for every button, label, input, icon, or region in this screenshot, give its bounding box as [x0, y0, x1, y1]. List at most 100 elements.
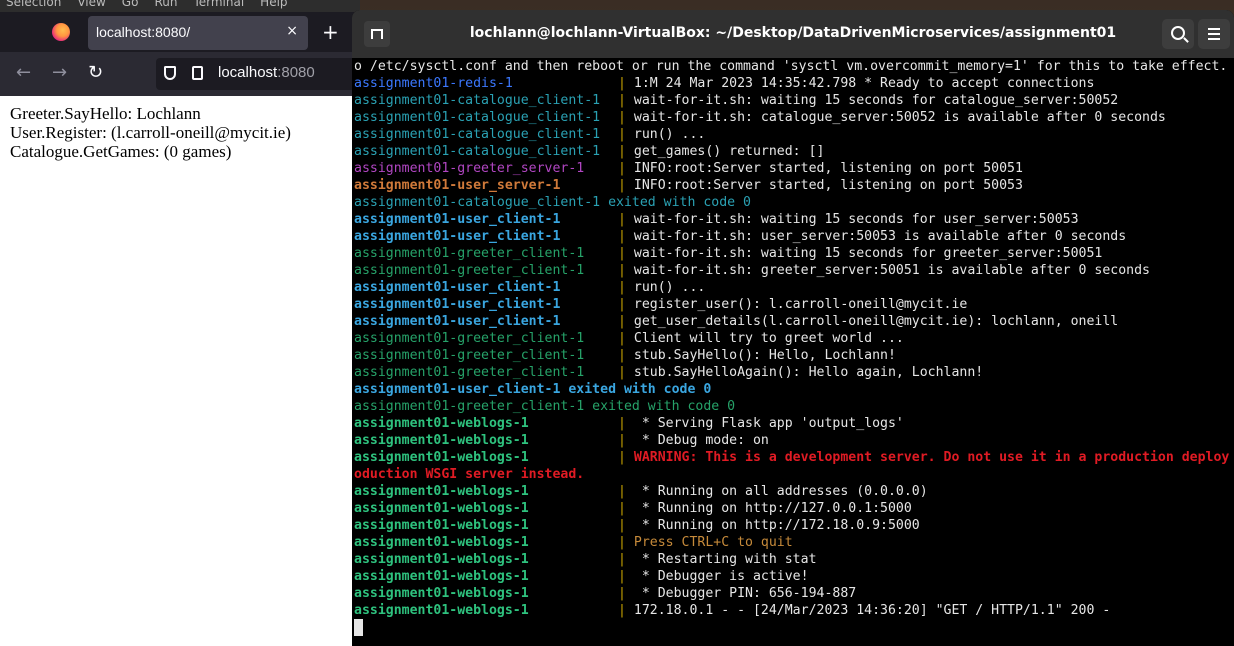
terminal-line: assignment01-catalogue_client-1 | get_gam… [354, 143, 1234, 160]
search-icon[interactable] [1162, 19, 1194, 49]
log-separator: | [618, 586, 626, 601]
log-message: * Running on http://127.0.0.1:5000 [625, 501, 912, 516]
log-separator: | [618, 263, 626, 278]
log-message: assignment01-catalogue_client-1 exited w… [354, 195, 751, 210]
browser-window: localhost:8080/ × + ← → ↻ localhost:8080… [0, 12, 366, 646]
log-source: assignment01-greeter_client-1 [354, 263, 585, 278]
browser-nav-bar: ← → ↻ localhost:8080 [0, 52, 366, 96]
terminal-line: assignment01-user_client-1 exited with c… [354, 381, 1234, 398]
log-source: assignment01-weblogs-1 [354, 450, 529, 465]
menu-item-run[interactable]: Run [154, 0, 177, 9]
new-tab-button[interactable]: + [322, 20, 339, 44]
terminal-line: assignment01-greeter_server-1 | INFO:root… [354, 160, 1234, 177]
terminal-line: assignment01-user_client-1 | get_user_det… [354, 313, 1234, 330]
browser-tab[interactable]: localhost:8080/ × [88, 16, 308, 50]
terminal-line: assignment01-weblogs-1 | * Serving Flask … [354, 415, 1234, 432]
log-source: assignment01-weblogs-1 [354, 416, 529, 431]
log-separator: | [618, 144, 626, 159]
log-source: assignment01-catalogue_client-1 [354, 110, 601, 125]
greeter-result: Greeter.SayHello: Lochlann [10, 104, 201, 123]
terminal-line: assignment01-greeter_client-1 exited wit… [354, 398, 1234, 415]
terminal-line: assignment01-weblogs-1 | * Running on htt… [354, 517, 1234, 534]
log-message: WARNING: This is a development server. D… [625, 450, 1230, 465]
back-arrow-icon[interactable]: ← [16, 62, 31, 83]
terminal-window[interactable]: lochlann@lochlann-VirtualBox: ~/Desktop/… [352, 10, 1234, 646]
log-source: assignment01-user_client-1 [354, 229, 561, 244]
terminal-line: oduction WSGI server instead. [354, 466, 1234, 483]
user-register-result: User.Register: (l.carroll-oneill@mycit.i… [10, 123, 291, 142]
background-app-menubar: Selection View Go Run Terminal Help [0, 0, 360, 12]
log-separator: | [618, 603, 626, 618]
close-icon[interactable]: × [286, 23, 298, 39]
terminal-line: assignment01-greeter_client-1 | stub.SayH… [354, 364, 1234, 381]
log-message: register_user(): l.carroll-oneill@mycit.… [625, 297, 968, 312]
log-source: assignment01-user_client-1 [354, 297, 561, 312]
terminal-line: assignment01-weblogs-1 | * Debug mode: on [354, 432, 1234, 449]
terminal-line: assignment01-weblogs-1 | * Debugger PIN: … [354, 585, 1234, 602]
log-message: * Debug mode: on [625, 433, 769, 448]
log-source: assignment01-weblogs-1 [354, 518, 529, 533]
terminal-line: assignment01-catalogue_client-1 | wait-fo… [354, 109, 1234, 126]
terminal-line: assignment01-greeter_client-1 | Client wi… [354, 330, 1234, 347]
terminal-line: assignment01-catalogue_client-1 | run() .… [354, 126, 1234, 143]
terminal-line: assignment01-weblogs-1 | * Running on all… [354, 483, 1234, 500]
log-separator: | [618, 314, 626, 329]
hamburger-menu-icon[interactable] [1198, 19, 1230, 49]
page-icon[interactable] [192, 66, 203, 80]
log-message: * Serving Flask app 'output_logs' [625, 416, 904, 431]
log-separator: | [618, 450, 626, 465]
log-message: INFO:root:Server started, listening on p… [625, 161, 1023, 176]
url-host: localhost [218, 64, 278, 81]
log-source: assignment01-catalogue_client-1 [354, 93, 601, 108]
log-separator: | [618, 569, 626, 584]
menu-item-help[interactable]: Help [260, 0, 287, 9]
log-source: assignment01-greeter_client-1 [354, 331, 585, 346]
log-message: wait-for-it.sh: waiting 15 seconds for u… [625, 212, 1079, 227]
terminal-line: assignment01-user_client-1 | wait-for-it.… [354, 211, 1234, 228]
menu-item-go[interactable]: Go [122, 0, 139, 9]
url-text[interactable]: localhost:8080 [218, 64, 315, 81]
log-separator: | [618, 348, 626, 363]
terminal-line: assignment01-weblogs-1 | * Debugger is ac… [354, 568, 1234, 585]
log-message: oduction WSGI server instead. [354, 467, 585, 482]
shield-icon[interactable] [164, 66, 176, 80]
log-message: Client will try to greet world ... [625, 331, 904, 346]
terminal-line: assignment01-greeter_client-1 | stub.SayH… [354, 347, 1234, 364]
log-message: wait-for-it.sh: greeter_server:50051 is … [625, 263, 1150, 278]
browser-tab-bar: localhost:8080/ × + [0, 12, 360, 52]
terminal-line: assignment01-redis-1 | 1:M 24 Mar 2023 14… [354, 75, 1234, 92]
log-separator: | [618, 280, 626, 295]
log-message: INFO:root:Server started, listening on p… [625, 178, 1023, 193]
forward-arrow-icon[interactable]: → [52, 62, 67, 83]
terminal-line: o /etc/sysctl.conf and then reboot or ru… [354, 58, 1234, 75]
url-bar[interactable]: localhost:8080 [156, 58, 366, 90]
log-source: assignment01-catalogue_client-1 [354, 127, 601, 142]
log-message: * Restarting with stat [625, 552, 817, 567]
log-separator: | [618, 365, 626, 380]
log-message: get_games() returned: [] [625, 144, 825, 159]
log-message: get_user_details(l.carroll-oneill@mycit.… [625, 314, 1119, 329]
menu-item-view[interactable]: View [77, 0, 105, 9]
menu-item-terminal[interactable]: Terminal [193, 0, 244, 9]
terminal-output[interactable]: o /etc/sysctl.conf and then reboot or ru… [354, 58, 1234, 619]
log-message: wait-for-it.sh: catalogue_server:50052 i… [625, 110, 1166, 125]
terminal-cursor [354, 619, 363, 636]
log-source: assignment01-greeter_server-1 [354, 161, 585, 176]
log-separator: | [618, 212, 626, 227]
log-separator: | [618, 501, 626, 516]
log-source: assignment01-weblogs-1 [354, 586, 529, 601]
terminal-header: lochlann@lochlann-VirtualBox: ~/Desktop/… [352, 10, 1234, 58]
terminal-line: assignment01-catalogue_client-1 exited w… [354, 194, 1234, 211]
log-separator: | [618, 76, 626, 91]
log-separator: | [618, 93, 626, 108]
firefox-icon [52, 23, 70, 41]
log-source: assignment01-catalogue_client-1 [354, 144, 601, 159]
terminal-line: assignment01-greeter_client-1 | wait-for-… [354, 245, 1234, 262]
log-source: assignment01-user_server-1 [354, 178, 561, 193]
reload-icon[interactable]: ↻ [88, 62, 103, 83]
log-source: assignment01-weblogs-1 [354, 535, 529, 550]
log-separator: | [618, 246, 626, 261]
menu-item-selection[interactable]: Selection [6, 0, 61, 9]
log-separator: | [618, 416, 626, 431]
log-message: * Running on all addresses (0.0.0.0) [625, 484, 928, 499]
